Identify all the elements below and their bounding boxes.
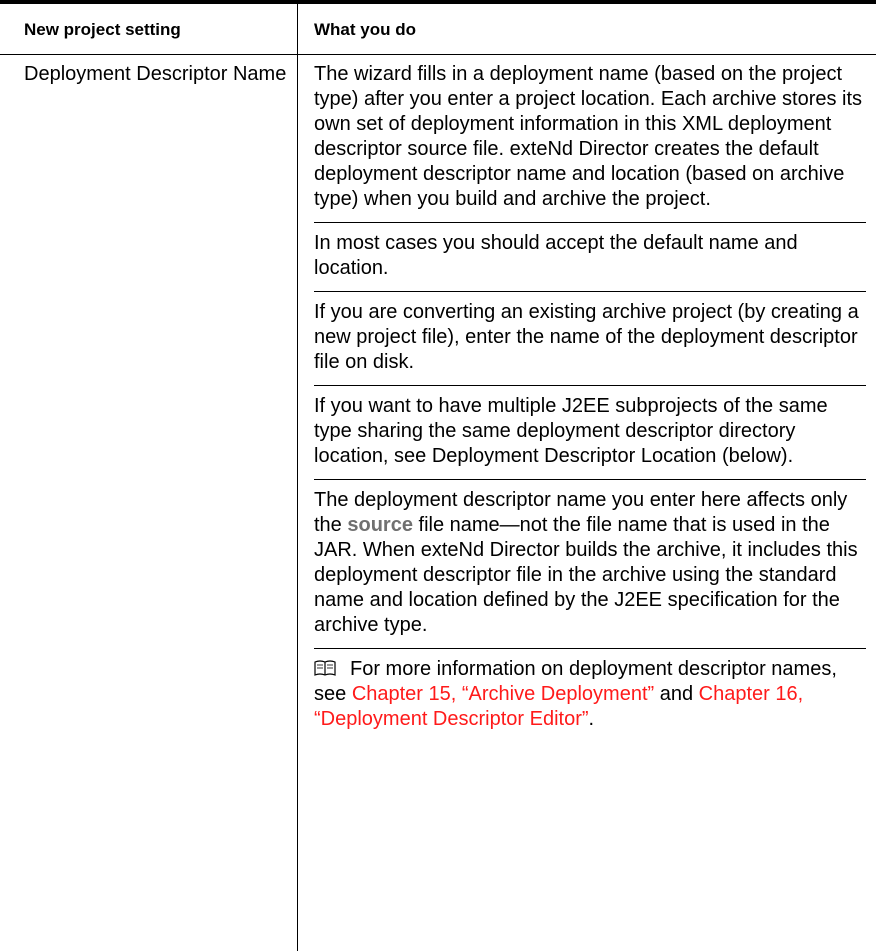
note-paragraph: For more information on deployment descr… (314, 657, 866, 742)
source-emphasis: source (347, 514, 413, 536)
column-header-setting: New project setting (24, 20, 181, 39)
paragraph-default: In most cases you should accept the defa… (314, 231, 866, 292)
text: and (659, 683, 694, 705)
paragraph-wizard: The wizard fills in a deployment name (b… (314, 62, 866, 223)
column-divider (297, 4, 298, 951)
column-header-action: What you do (314, 20, 416, 39)
paragraph-converting: If you are converting an existing archiv… (314, 300, 866, 386)
text: . (588, 708, 595, 730)
chapter-15-link[interactable]: Chapter 15, “Archive Deployment” (352, 683, 654, 705)
table-top-rule (0, 0, 876, 4)
action-cell: The wizard fills in a deployment name (b… (314, 62, 866, 742)
book-icon (314, 660, 336, 676)
paragraph-subprojects: If you want to have multiple J2EE subpro… (314, 394, 866, 480)
setting-name: Deployment Descriptor Name (24, 63, 287, 85)
paragraph-source-name: The deployment descriptor name you enter… (314, 488, 866, 649)
header-separator (0, 54, 876, 55)
